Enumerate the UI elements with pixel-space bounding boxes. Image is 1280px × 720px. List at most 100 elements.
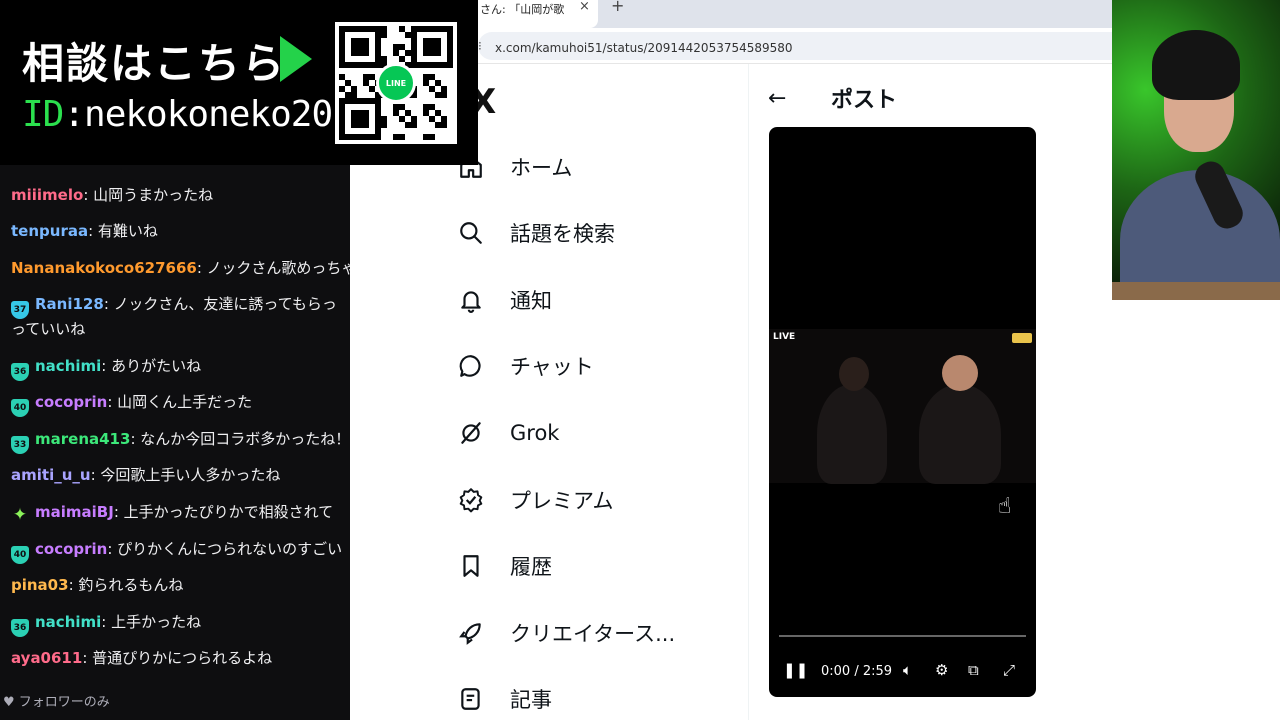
browser-tab[interactable]: さん: 「山岡が歌 ×	[478, 0, 598, 28]
chat-text: : ありがたいね	[101, 357, 202, 375]
right-panel	[1112, 300, 1280, 720]
column-divider	[748, 64, 749, 720]
chat-message: 33 marena413: なんか今回コラボ多かったね！	[11, 428, 350, 454]
sidebar-item-label: ホーム	[510, 156, 573, 180]
sidebar-item-label: チャット	[510, 355, 594, 379]
volume-icon[interactable]: 🔈︎	[903, 661, 912, 679]
settings-icon[interactable]: ⚙	[935, 661, 948, 679]
sidebar-item-label: Grok	[510, 421, 560, 445]
subscriber-badge-icon[interactable]: 33	[11, 436, 29, 454]
chat-mode-label: ♥ フォロワーのみ	[3, 695, 110, 710]
pause-icon[interactable]: ❚❚	[783, 661, 808, 679]
chat-username[interactable]: maimaiBJ	[35, 503, 114, 521]
chat-text: : 上手かったね	[101, 613, 202, 631]
sidebar-item-explore[interactable]: 話題を検索	[456, 213, 615, 253]
banner-title: 相談はこちら	[22, 39, 287, 88]
stream-chat: miiimelo: 山岡うまかったね tenpuraa: 有難いね Nananako…	[0, 165, 350, 720]
tab-close-icon[interactable]: ×	[579, 0, 590, 14]
article-icon	[456, 684, 486, 714]
banner-id-prefix: ID	[22, 94, 64, 135]
sidebar-item-chat[interactable]: チャット	[456, 346, 594, 386]
sidebar-item-premium[interactable]: プレミアム	[456, 480, 614, 520]
chat-message: っていいね	[11, 318, 350, 340]
chat-username[interactable]: miiimelo	[11, 186, 83, 204]
performer-left-head	[839, 357, 869, 391]
live-label: LIVE	[773, 332, 796, 342]
sidebar-item-creator-studio[interactable]: クリエイタース...	[456, 613, 675, 653]
sparkle-badge-icon[interactable]: ✦	[11, 506, 29, 524]
chat-text: : 釣られるもんね	[68, 576, 184, 594]
chat-message: amiti_u_u: 今回歌上手い人多かったね	[11, 464, 350, 486]
address-bar: ⁝ x.com/kamuhoi51/status/209144205375458…	[478, 28, 1112, 64]
performer-left	[817, 384, 887, 484]
sidebar-item-grok[interactable]: Grok	[456, 413, 559, 453]
sidebar-item-label: 話題を検索	[510, 222, 615, 246]
chat-text: : 今回歌上手い人多かったね	[90, 466, 281, 484]
performer-right-head	[942, 355, 978, 391]
picture-in-picture-icon[interactable]: ⧉	[968, 661, 979, 679]
chat-username[interactable]: pina03	[11, 576, 69, 594]
video-player[interactable]: LIVE ❚❚ 0:00 / 2:59 🔈︎ ⚙ ⧉ ⤢	[769, 127, 1036, 697]
subscriber-badge-icon[interactable]: 36	[11, 619, 29, 637]
chat-message: tenpuraa: 有難いね	[11, 220, 350, 242]
chat-text: : 山岡くん上手だった	[107, 393, 253, 411]
chat-message: 37 Rani128: ノックさん、友達に誘ってもらっ	[11, 293, 350, 319]
chat-username[interactable]: amiti_u_u	[11, 466, 91, 484]
video-frame: LIVE	[769, 329, 1036, 484]
chat-username[interactable]: nachimi	[35, 357, 101, 375]
subscriber-badge-icon[interactable]: 40	[11, 546, 29, 564]
site-info-icon[interactable]: ⁝	[478, 39, 482, 53]
line-qr-code: LINE	[335, 22, 457, 144]
chat-text: : 有難いね	[88, 222, 158, 240]
sidebar-item-label: プレミアム	[510, 489, 614, 513]
subscriber-badge-icon[interactable]: 36	[11, 363, 29, 381]
chat-username[interactable]: cocoprin	[35, 393, 107, 411]
banner-id-value: :nekokoneko2018	[63, 94, 374, 135]
chat-username[interactable]: Nananakokoco627666	[11, 259, 197, 277]
video-progress-bar[interactable]	[779, 635, 1026, 637]
sidebar-item-bookmarks[interactable]: 履歴	[456, 546, 552, 586]
chat-message: pina03: 釣られるもんね	[11, 574, 350, 596]
video-time: 0:00 / 2:59	[821, 664, 893, 679]
sidebar-item-label: 記事	[510, 688, 552, 712]
browser-tab-bar: さん: 「山岡が歌 × +	[478, 0, 1112, 28]
rocket-icon	[456, 618, 486, 648]
chat-username[interactable]: marena413	[35, 430, 130, 448]
webcam-person-hair	[1152, 30, 1240, 100]
webcam-overlay	[1112, 0, 1280, 300]
chat-username[interactable]: cocoprin	[35, 540, 107, 558]
hand-cursor-icon: ☝	[998, 494, 1012, 519]
chat-text: : ノックさん歌めっちゃ	[196, 259, 350, 277]
sidebar-item-articles[interactable]: 記事	[456, 679, 552, 719]
line-logo-icon: LINE	[376, 63, 416, 103]
tab-title: さん: 「山岡が歌	[480, 3, 565, 16]
video-controls: ❚❚ 0:00 / 2:59 🔈︎ ⚙ ⧉ ⤢	[769, 657, 1036, 687]
sidebar-item-label: 履歴	[510, 555, 552, 579]
chat-message: 40 cocoprin: ぴりかくんにつられないのすごい	[11, 538, 350, 564]
sidebar-item-notifications[interactable]: 通知	[456, 280, 552, 320]
back-button[interactable]: ←	[768, 86, 786, 111]
webcam-desk	[1112, 282, 1280, 300]
chat-text: : 普通ぴりかにつられるよね	[82, 649, 273, 667]
chat-username[interactable]: Rani128	[35, 295, 104, 313]
subscriber-badge-icon[interactable]: 37	[11, 301, 29, 319]
grok-icon	[456, 418, 486, 448]
bookmark-icon	[456, 551, 486, 581]
search-icon	[456, 218, 486, 248]
chat-message: 36 nachimi: 上手かったね	[11, 611, 350, 637]
fullscreen-icon[interactable]: ⤢	[1003, 661, 1015, 679]
chat-text: っていいね	[11, 320, 86, 338]
url-field[interactable]: ⁝ x.com/kamuhoi51/status/209144205375458…	[478, 32, 1112, 60]
chat-username[interactable]: aya0611	[11, 649, 82, 667]
chat-text: : ぴりかくんにつられないのすごい	[107, 540, 343, 558]
sidebar-item-label: 通知	[510, 289, 552, 313]
chat-username[interactable]: nachimi	[35, 613, 101, 631]
chat-icon	[456, 351, 486, 381]
url-text: x.com/kamuhoi51/status/20914420537545895…	[495, 41, 793, 55]
chat-text: : なんか今回コラボ多かったね！	[130, 430, 350, 448]
verified-icon	[456, 485, 486, 515]
chat-username[interactable]: tenpuraa	[11, 222, 88, 240]
chat-text: : 山岡うまかったね	[83, 186, 214, 204]
new-tab-button[interactable]: +	[611, 0, 624, 15]
subscriber-badge-icon[interactable]: 40	[11, 399, 29, 417]
